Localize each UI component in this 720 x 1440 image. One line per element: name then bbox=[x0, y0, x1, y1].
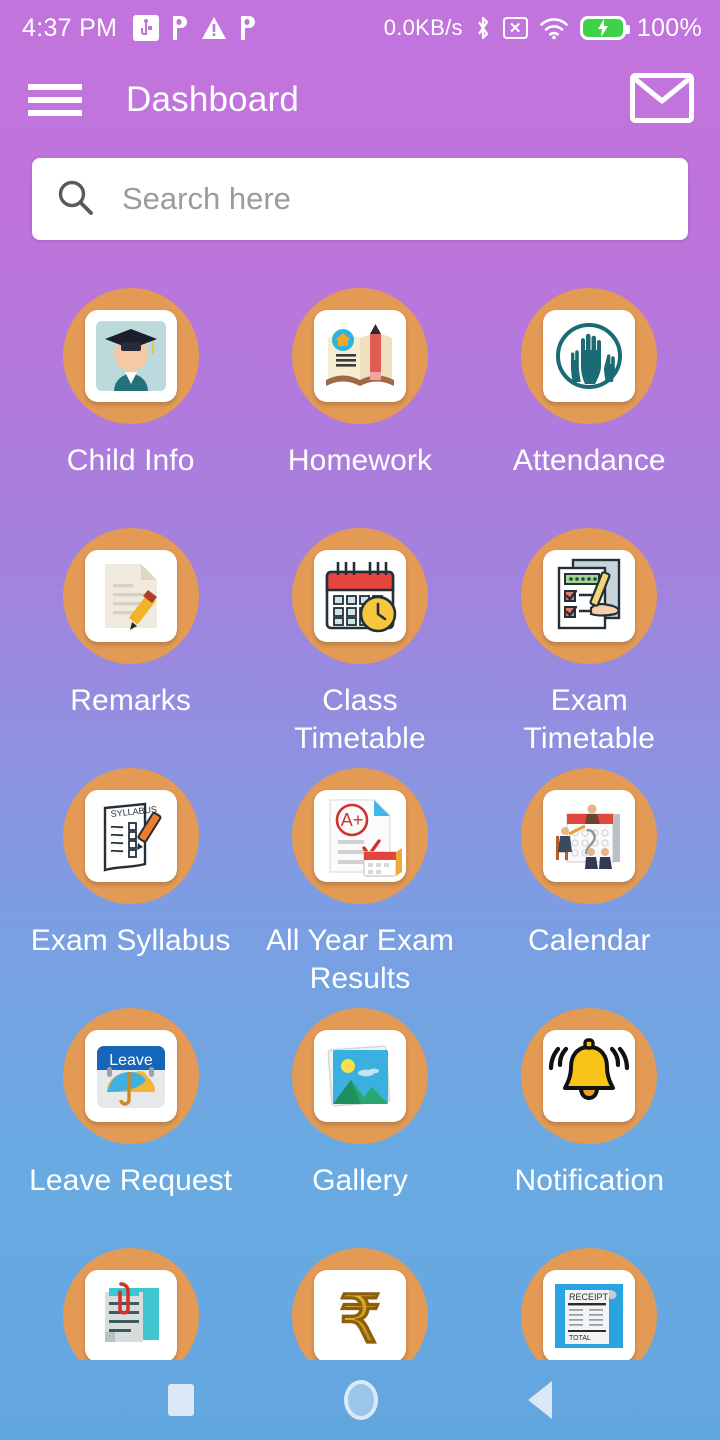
dashboard-grid: Child Info Homework Attendance Remarks C… bbox=[0, 240, 720, 1360]
photo-mountain-icon bbox=[313, 1030, 406, 1122]
ringing-bell-icon bbox=[543, 1030, 636, 1122]
raised-hands-circle-icon bbox=[543, 310, 636, 402]
document-pencil-icon bbox=[84, 550, 177, 642]
grid-item-fees[interactable]: ₹ bbox=[245, 1248, 474, 1360]
page-title: Dashboard bbox=[126, 80, 300, 119]
icon-bubble: Leave bbox=[62, 1008, 199, 1144]
grid-item-label: Attendance bbox=[512, 444, 666, 477]
grid-item-label: Leave Request bbox=[29, 1164, 233, 1197]
icon-bubble bbox=[291, 528, 428, 664]
icon-bubble bbox=[521, 1008, 658, 1144]
icon-bubble bbox=[291, 1008, 428, 1144]
icon-bubble bbox=[62, 288, 199, 424]
a-plus-result-calendar-icon: A+ bbox=[313, 790, 406, 882]
warning-triangle-icon bbox=[201, 16, 227, 40]
icon-bubble bbox=[521, 288, 658, 424]
grid-item-label: Remarks bbox=[70, 684, 192, 717]
grid-item-remarks[interactable]: Remarks bbox=[16, 528, 245, 768]
grid-item-label: Class Timetable bbox=[294, 684, 426, 756]
grid-item-leave-request[interactable]: Leave Leave Request bbox=[16, 1008, 245, 1248]
battery-percent: 100% bbox=[636, 13, 702, 42]
search-bar[interactable] bbox=[32, 158, 688, 240]
recents-square-icon[interactable] bbox=[168, 1384, 194, 1416]
android-nav-bar bbox=[0, 1360, 720, 1440]
icon-bubble bbox=[291, 288, 428, 424]
icon-bubble: RECEIPT TOTAL bbox=[521, 1248, 658, 1360]
svg-text:Leave: Leave bbox=[109, 1052, 153, 1069]
grid-item-child-info[interactable]: Child Info bbox=[16, 288, 245, 528]
status-bar: 4:37 PM 0.0KB/s ✕ 100% bbox=[0, 0, 720, 56]
icon-bubble: SYLLABUS bbox=[62, 768, 199, 904]
battery-charging-icon bbox=[579, 16, 630, 40]
search-section bbox=[0, 144, 720, 240]
back-triangle-icon[interactable] bbox=[528, 1381, 552, 1419]
status-bar-right: 0.0KB/s ✕ 100% bbox=[384, 14, 702, 43]
icon-bubble: A+ bbox=[291, 768, 428, 904]
grid-item-exam-syllabus[interactable]: SYLLABUS Exam Syllabus bbox=[16, 768, 245, 1008]
grid-item-class-timetable[interactable]: Class Timetable bbox=[245, 528, 474, 768]
icon-bubble bbox=[521, 528, 658, 664]
grid-item-documents[interactable] bbox=[16, 1248, 245, 1360]
phone-screen: 4:37 PM 0.0KB/s ✕ 100% Dashboard Search … bbox=[0, 0, 720, 1440]
app-bar: Dashboard bbox=[0, 56, 720, 144]
syllabus-paper-pen-icon: SYLLABUS bbox=[84, 790, 177, 882]
rupee-symbol-icon: ₹ bbox=[313, 1270, 406, 1360]
grid-item-label: All Year Exam Results bbox=[265, 924, 455, 996]
grid-item-calendar[interactable]: Calendar bbox=[475, 768, 704, 1008]
grid-item-receipt[interactable]: RECEIPT TOTAL bbox=[475, 1248, 704, 1360]
search-input[interactable] bbox=[122, 181, 664, 217]
graduate-student-photo-icon bbox=[84, 310, 177, 402]
grid-item-label: Child Info bbox=[66, 444, 195, 477]
parking-p-icon bbox=[169, 14, 191, 42]
grid-item-label: Notification bbox=[514, 1164, 665, 1197]
grid-item-label: Calendar bbox=[528, 924, 651, 957]
icon-bubble bbox=[521, 768, 658, 904]
grid-item-label: Exam Syllabus bbox=[30, 924, 231, 957]
grid-item-label: Exam Timetable bbox=[523, 684, 656, 756]
envelope-icon[interactable] bbox=[630, 72, 694, 128]
icon-bubble: ₹ bbox=[291, 1248, 428, 1360]
calendar-people-illustration-icon bbox=[543, 790, 636, 882]
icon-bubble bbox=[62, 528, 199, 664]
grid-item-exam-timetable[interactable]: Exam Timetable bbox=[475, 528, 704, 768]
wifi-icon bbox=[539, 16, 569, 40]
status-time: 4:37 PM bbox=[22, 13, 118, 42]
grid-item-homework[interactable]: Homework bbox=[245, 288, 474, 528]
hamburger-menu-icon[interactable] bbox=[28, 80, 82, 120]
network-speed: 0.0KB/s bbox=[383, 15, 463, 40]
checklist-hand-pen-icon bbox=[543, 550, 636, 642]
receipt-document-icon: RECEIPT TOTAL bbox=[543, 1270, 636, 1360]
grid-item-all-year-exam-results[interactable]: A+ All Year Exam Results bbox=[245, 768, 474, 1008]
parking-p-icon bbox=[237, 14, 259, 42]
svg-text:₹: ₹ bbox=[339, 1282, 381, 1356]
leave-calendar-umbrella-icon: Leave bbox=[84, 1030, 177, 1122]
bluetooth-icon bbox=[474, 14, 492, 42]
grid-item-gallery[interactable]: Gallery bbox=[245, 1008, 474, 1248]
search-icon bbox=[56, 178, 94, 221]
grid-item-label: Homework bbox=[287, 444, 433, 477]
icon-bubble bbox=[62, 1248, 199, 1360]
calendar-clock-icon bbox=[313, 550, 406, 642]
grid-item-label: Gallery bbox=[312, 1164, 408, 1197]
svg-text:RECEIPT: RECEIPT bbox=[569, 1292, 609, 1302]
svg-text:TOTAL: TOTAL bbox=[569, 1335, 591, 1342]
status-bar-left: 4:37 PM bbox=[22, 14, 259, 43]
grid-item-notification[interactable]: Notification bbox=[475, 1008, 704, 1248]
no-sim-icon: ✕ bbox=[502, 17, 528, 39]
open-book-pencil-icon bbox=[313, 310, 406, 402]
svg-text:A+: A+ bbox=[341, 810, 364, 830]
home-circle-icon[interactable] bbox=[344, 1380, 378, 1420]
grid-item-attendance[interactable]: Attendance bbox=[475, 288, 704, 528]
clipboard-paperclip-document-icon bbox=[84, 1270, 177, 1360]
usb-icon bbox=[133, 15, 160, 41]
